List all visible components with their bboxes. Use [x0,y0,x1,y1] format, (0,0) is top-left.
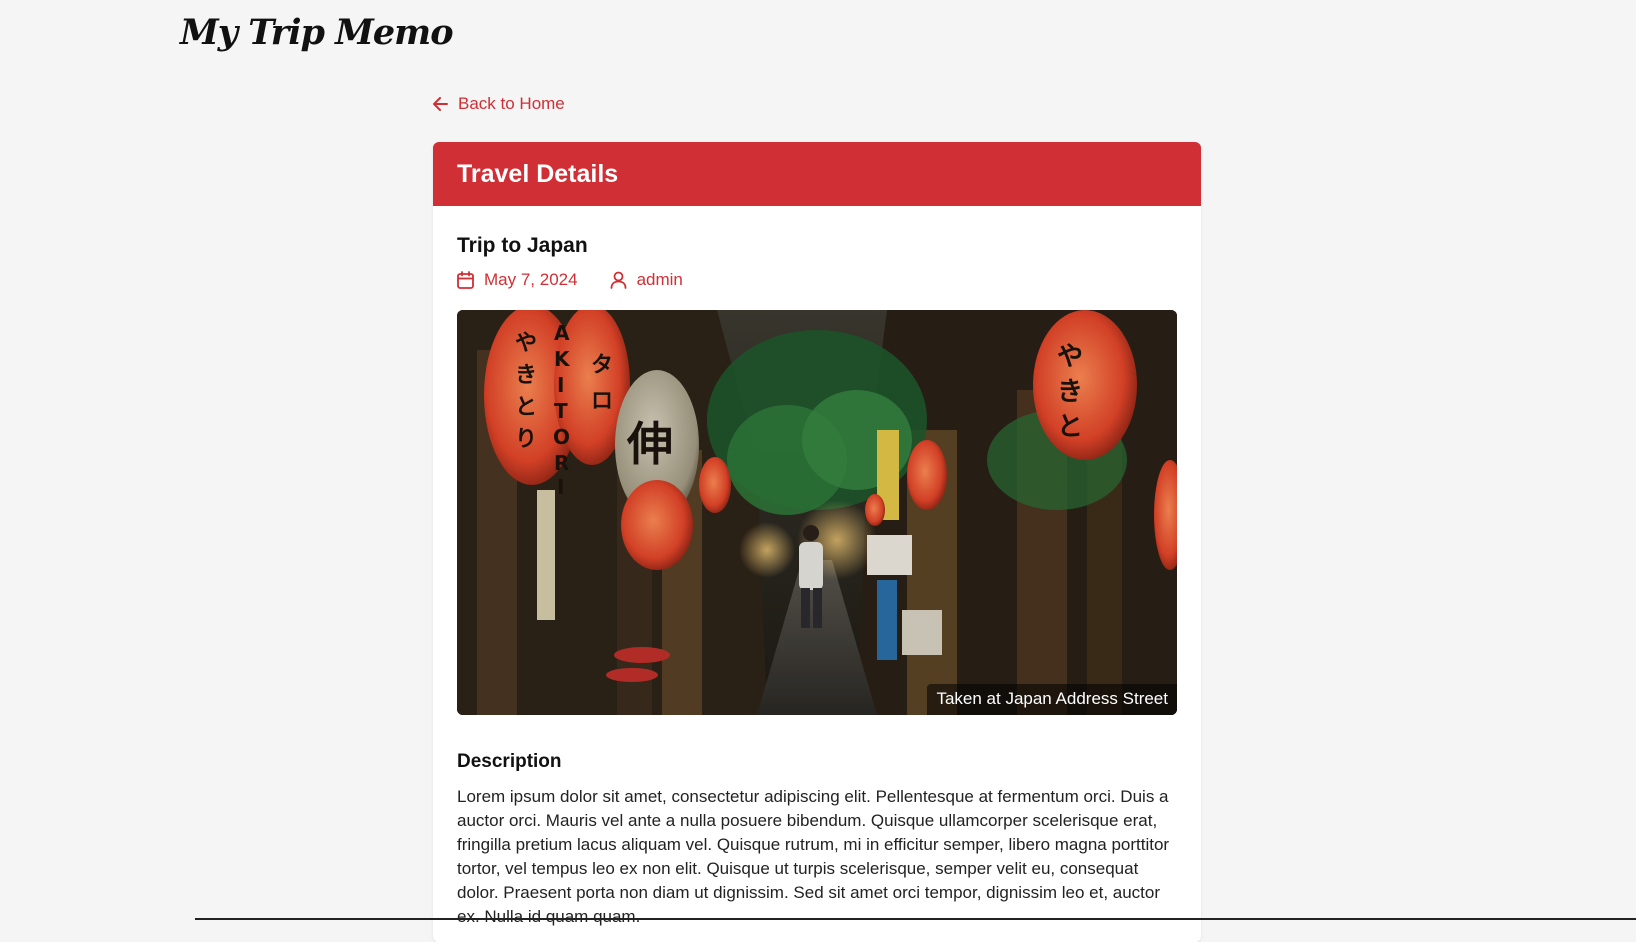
travel-details-card: Travel Details Trip to Japan May 7, 2024 [433,142,1201,942]
photo-caption: Taken at Japan Address Street [927,684,1177,716]
description-title: Description [457,751,562,773]
calendar-icon [457,271,474,290]
description-text: Lorem ipsum dolor sit amet, consectetur … [457,787,1170,927]
card-body: Trip to Japan May 7, 2024 admin A K I T … [433,206,1201,929]
alley-lanterns-image: A K I T O R I や き と り タ ロ 伸 や き と [457,310,1177,716]
trip-date: May 7, 2024 [457,270,578,290]
trip-photo: A K I T O R I や き と り タ ロ 伸 や き と Taken … [457,310,1177,716]
card-header: Travel Details [433,142,1201,206]
back-to-home-link[interactable]: Back to Home [433,94,565,114]
trip-author: admin [610,270,683,290]
trip-meta: May 7, 2024 admin [457,270,1177,290]
trip-title: Trip to Japan [457,234,588,257]
arrow-left-icon [433,97,448,111]
site-logo[interactable]: My Trip Memo [180,12,454,53]
trip-author-text: admin [636,270,683,290]
user-icon [610,271,627,290]
back-to-home-label: Back to Home [458,94,565,113]
trip-date-text: May 7, 2024 [484,270,578,290]
